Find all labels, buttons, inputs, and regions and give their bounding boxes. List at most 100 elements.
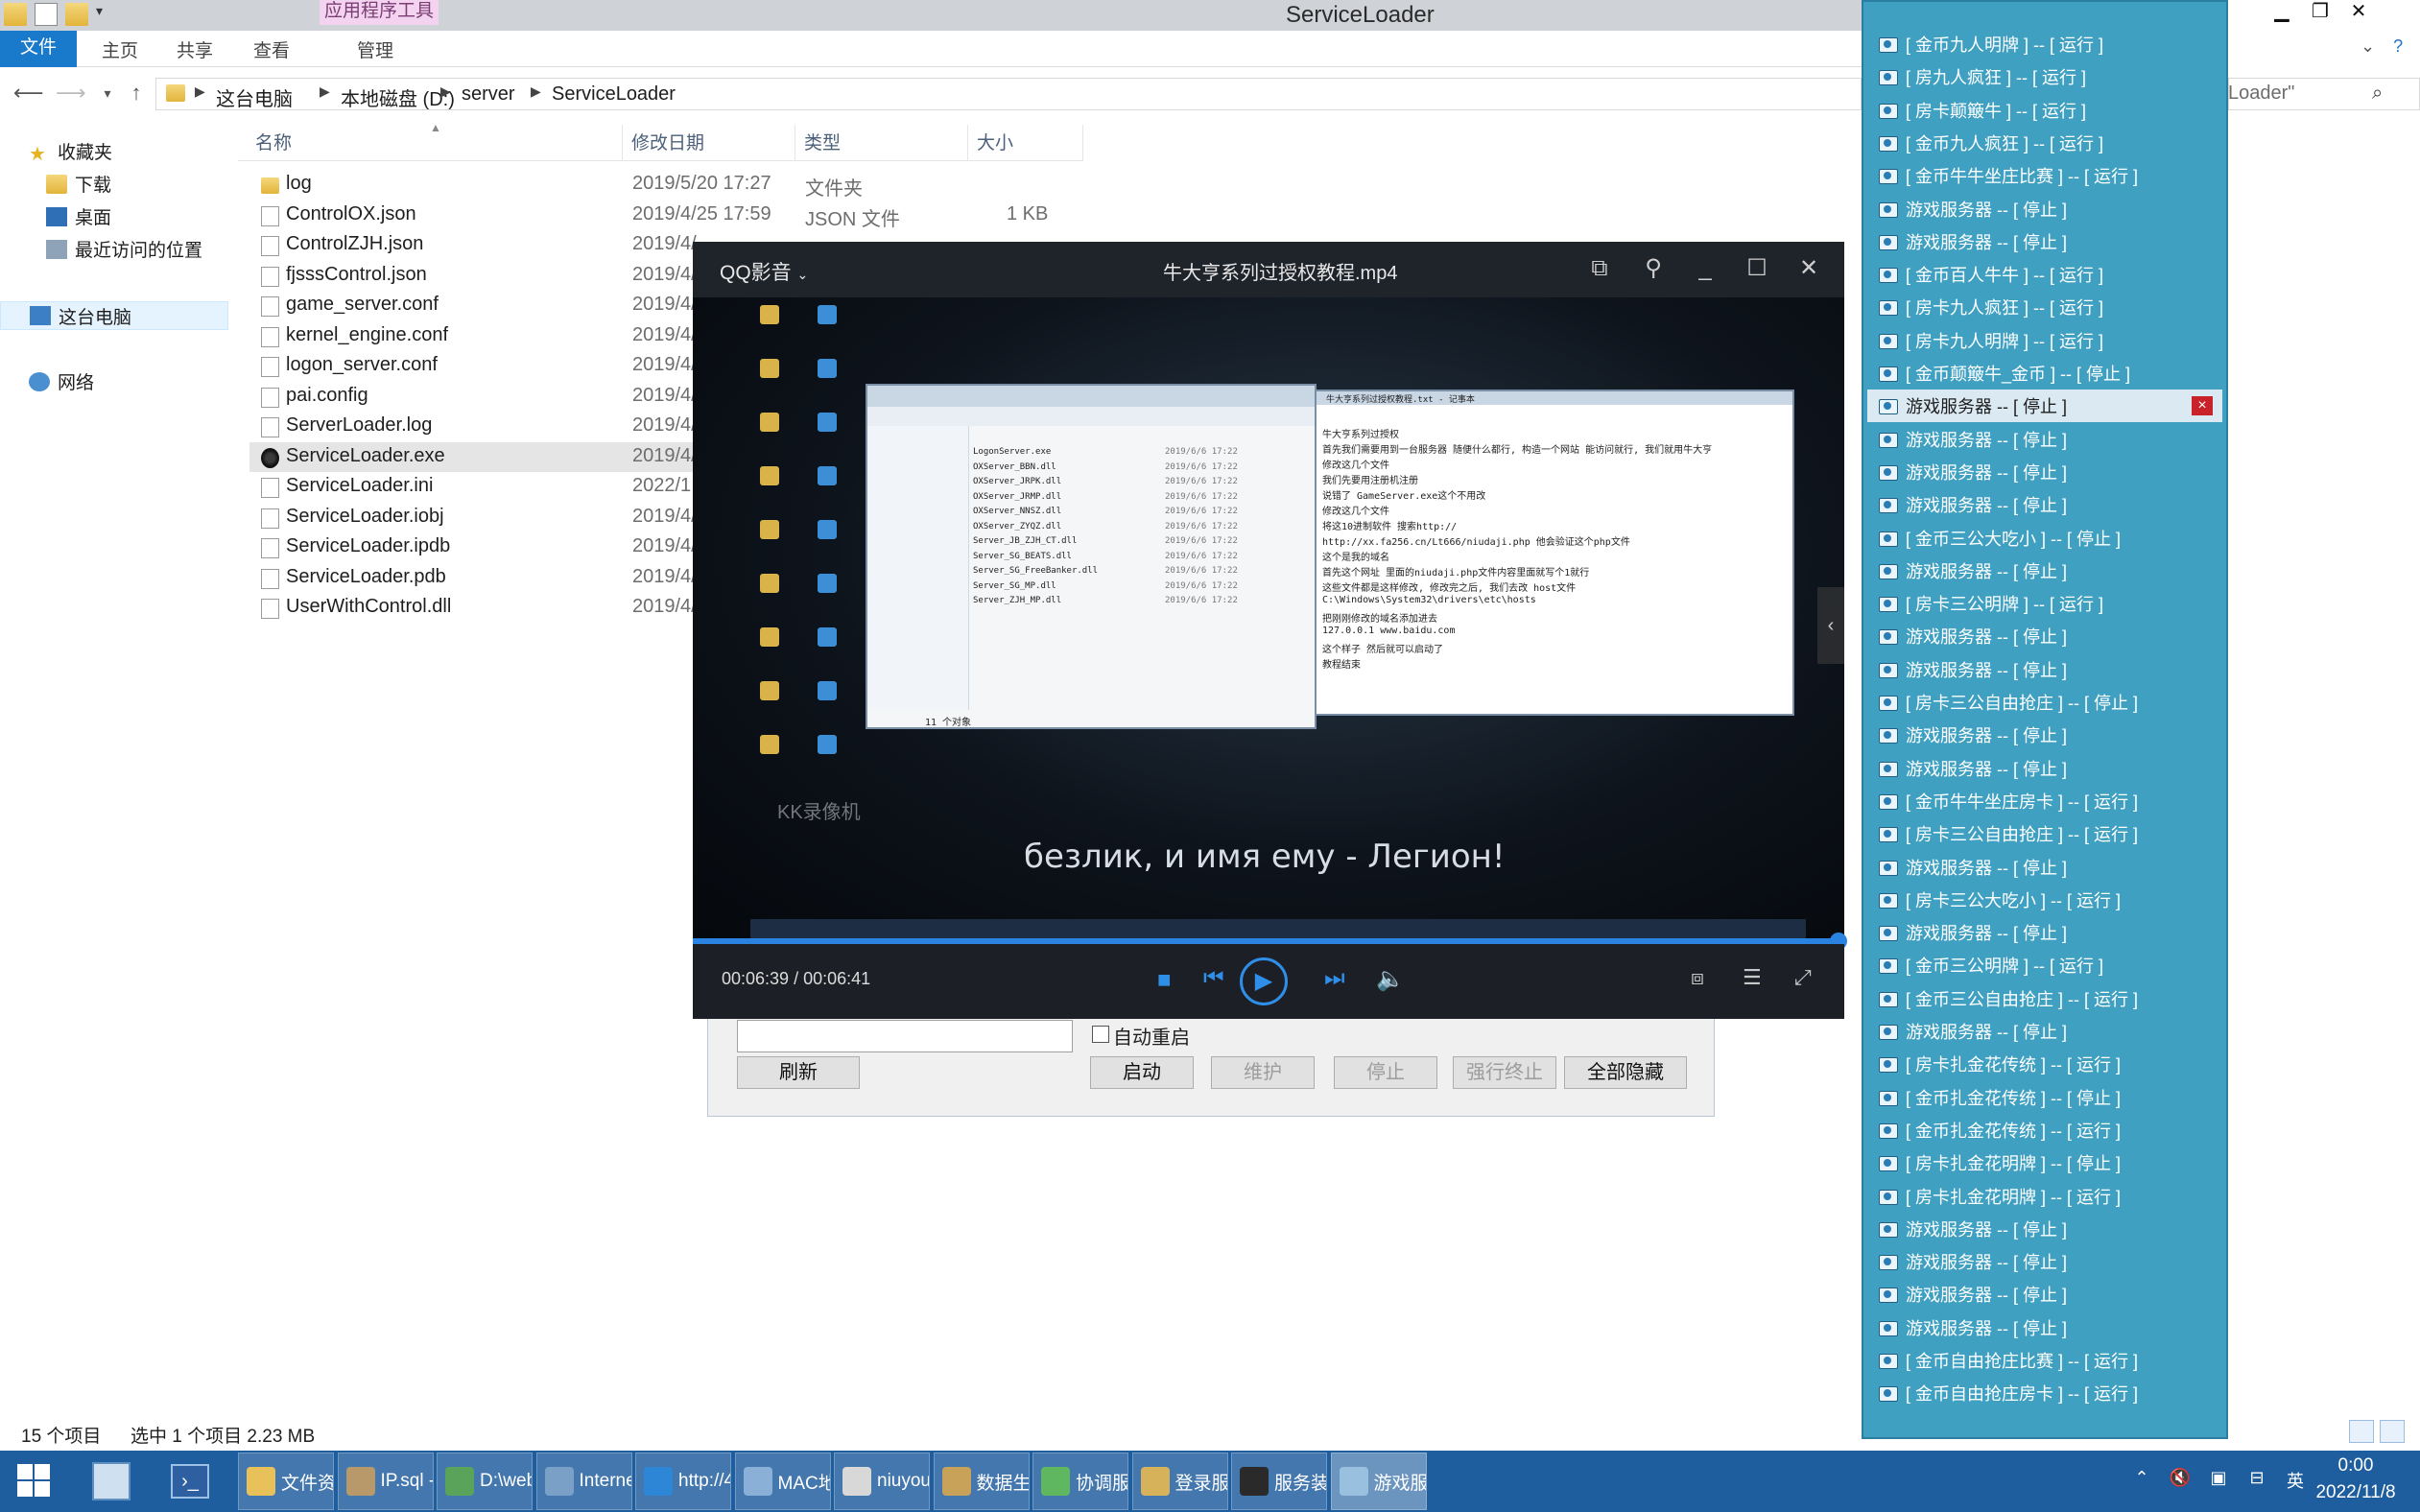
service-tray-item[interactable]: [ 金币三公大吃小 ] -- [ 停止 ] [1877, 522, 2222, 555]
help-icon[interactable]: ? [2393, 36, 2403, 56]
service-tray-item[interactable]: [ 房卡颠簸牛 ] -- [ 运行 ] [1877, 94, 2222, 127]
service-tray-item[interactable]: 游戏服务器 -- [ 停止 ] [1877, 851, 2222, 884]
service-tray-item[interactable]: 游戏服务器 -- [ 停止 ] [1877, 193, 2222, 225]
service-tray-item[interactable]: [ 金币百人牛牛 ] -- [ 运行 ] [1877, 258, 2222, 291]
taskbar-item[interactable]: MAC地... [734, 1453, 831, 1510]
taskbar-item[interactable]: 协调服务... [1032, 1453, 1128, 1510]
service-tray-item[interactable]: [ 金币牛牛坐庄房卡 ] -- [ 运行 ] [1877, 785, 2222, 817]
force-stop-button[interactable]: 强行终止 [1453, 1056, 1556, 1089]
service-tray-item[interactable]: 游戏服务器 -- [ 停止 ] [1877, 752, 2222, 785]
next-icon[interactable]: ⏭ [1324, 965, 1345, 992]
pin-icon[interactable]: ⚲ [1639, 255, 1668, 284]
crumb-thispc[interactable]: 这台电脑 [216, 83, 293, 111]
crumb-server[interactable]: server [462, 83, 515, 106]
tray-app-icon[interactable]: ▣ [2207, 1468, 2230, 1491]
screenshot-icon[interactable]: ⧈ [1691, 965, 1704, 990]
service-tray-item[interactable]: 游戏服务器 -- [ 停止 ] [1877, 1278, 2222, 1311]
minimize-button[interactable]: ▁ [2263, 0, 2301, 25]
address-input[interactable]: ▶ 这台电脑 ▶ 本地磁盘 (D:) ▶ server ▶ ServiceLoa… [155, 78, 1862, 110]
taskbar-item[interactable]: http://4... [635, 1453, 731, 1510]
search-icon[interactable]: ⌕ [2372, 83, 2383, 105]
properties-icon[interactable] [35, 3, 58, 26]
maintain-button[interactable]: 维护 [1211, 1056, 1315, 1089]
service-tray-item[interactable]: [ 房卡九人疯狂 ] -- [ 运行 ] [1877, 291, 2222, 323]
service-tray-item[interactable]: [ 房卡三公自由抢庄 ] -- [ 运行 ] [1877, 817, 2222, 850]
minimize-icon[interactable]: _ [1691, 255, 1720, 284]
service-tray-item[interactable]: 游戏服务器 -- [ 停止 ] [1877, 1245, 2222, 1278]
taskbar-item[interactable]: 数据生成... [933, 1453, 1030, 1510]
settings-icon[interactable]: ☰ [1743, 965, 1762, 990]
nav-desktop[interactable]: 桌面 [46, 203, 111, 229]
service-tray-item[interactable]: 游戏服务器 -- [ 停止 ] [1877, 225, 2222, 258]
restore-button[interactable]: ❐ [2301, 0, 2339, 25]
forward-icon[interactable]: ⟶ [56, 81, 86, 107]
start-button[interactable] [0, 1451, 69, 1512]
service-tray-item[interactable]: [ 金币九人疯狂 ] -- [ 运行 ] [1877, 127, 2222, 159]
powershell-icon[interactable]: ›_ [161, 1456, 221, 1506]
service-tray-item[interactable]: [ 金币九人明牌 ] -- [ 运行 ] [1877, 28, 2222, 60]
stop-button[interactable]: 停止 [1334, 1056, 1437, 1089]
stop-icon[interactable]: ■ [1157, 967, 1172, 994]
tab-file[interactable]: 文件 [0, 31, 77, 67]
taskbar-item[interactable]: 文件资... [238, 1453, 334, 1510]
hide-all-button[interactable]: 全部隐藏 [1564, 1056, 1687, 1089]
close-icon[interactable]: ✕ [1794, 255, 1823, 284]
taskbar-item[interactable]: 登录服务... [1131, 1453, 1228, 1510]
nav-thispc[interactable]: 这台电脑 [0, 301, 228, 330]
service-tray-item[interactable]: [ 房九人疯狂 ] -- [ 运行 ] [1877, 60, 2222, 93]
service-tray-item[interactable]: 游戏服务器 -- [ 停止 ] [1877, 653, 2222, 686]
nav-recent[interactable]: 最近访问的位置 [46, 236, 202, 262]
nav-favorites[interactable]: ★ 收藏夹 [29, 138, 112, 165]
expand-ribbon-icon[interactable]: ⌄ [2361, 36, 2375, 56]
nav-downloads[interactable]: 下载 [46, 171, 111, 197]
tab-home[interactable]: 主页 [102, 36, 138, 62]
service-tray-item[interactable]: 游戏服务器 -- [ 停止 ] [1877, 423, 2222, 456]
volume-muted-icon[interactable]: 🔇 [2169, 1468, 2192, 1491]
close-icon[interactable]: × [2192, 396, 2213, 416]
network-icon[interactable]: ⊟ [2245, 1468, 2268, 1491]
service-tray-item[interactable]: [ 房卡三公明牌 ] -- [ 运行 ] [1877, 587, 2222, 620]
refresh-button[interactable]: 刷新 [737, 1056, 860, 1089]
service-tray-item[interactable]: 游戏服务器 -- [ 停止 ] [1877, 620, 2222, 652]
taskbar-item[interactable]: Internet ... [535, 1453, 632, 1510]
chevron-up-icon[interactable]: ⌃ [2130, 1468, 2153, 1491]
taskbar-item[interactable]: 服务装载... [1231, 1453, 1327, 1510]
service-tray-item[interactable]: [ 金币扎金花传统 ] -- [ 运行 ] [1877, 1114, 2222, 1146]
side-panel-toggle-icon[interactable]: ‹ [1817, 587, 1844, 664]
service-tray-item[interactable]: [ 房卡扎金花明牌 ] -- [ 停止 ] [1877, 1146, 2222, 1179]
nav-network[interactable]: 网络 [29, 368, 94, 394]
auto-restart-checkbox[interactable] [1092, 1026, 1109, 1043]
column-type[interactable]: 类型 [804, 129, 841, 154]
maximize-icon[interactable]: ☐ [1743, 255, 1771, 284]
service-tray-item[interactable]: 游戏服务器 -- [ 停止 ] × [1867, 390, 2222, 423]
new-folder-icon[interactable] [65, 3, 88, 26]
column-name[interactable]: 名称 [255, 129, 292, 154]
service-tray-item[interactable]: 游戏服务器 -- [ 停止 ] [1877, 916, 2222, 949]
qat-dropdown-icon[interactable]: ▾ [96, 3, 119, 26]
service-param-input[interactable] [737, 1020, 1073, 1052]
column-size[interactable]: 大小 [977, 129, 1013, 154]
service-tray-item[interactable]: [ 金币自由抢庄房卡 ] -- [ 运行 ] [1877, 1377, 2222, 1409]
service-tray-item[interactable]: [ 房卡九人明牌 ] -- [ 运行 ] [1877, 324, 2222, 357]
server-manager-icon[interactable] [83, 1456, 142, 1506]
player-menu[interactable]: QQ影音 ⌄ [720, 257, 808, 286]
large-icons-view-icon[interactable] [2380, 1420, 2405, 1443]
video-frame[interactable]: LogonServer.exe 2019/6/6 17:22 OXServer_BB… [693, 297, 1844, 938]
file-row[interactable]: ControlOX.json 2019/4/25 17:59 JSON 文件 1 KB [249, 201, 1094, 230]
taskbar-item[interactable]: IP.sql - ... [337, 1453, 434, 1510]
back-icon[interactable]: ⟵ [13, 81, 44, 107]
previous-icon[interactable]: ⏮ [1203, 965, 1224, 992]
service-tray-item[interactable]: [ 金币自由抢庄比赛 ] -- [ 运行 ] [1877, 1344, 2222, 1377]
play-icon[interactable]: ▶ [1240, 957, 1288, 1005]
tab-manage[interactable]: 管理 [357, 36, 393, 62]
clock[interactable]: 0:00 2022/11/8 [2303, 1453, 2408, 1506]
taskbar-item[interactable]: niuyouhui [834, 1453, 930, 1510]
service-tray-item[interactable]: [ 金币扎金花传统 ] -- [ 停止 ] [1877, 1081, 2222, 1114]
service-tray-item[interactable]: 游戏服务器 -- [ 停止 ] [1877, 555, 2222, 587]
start-button[interactable]: 启动 [1090, 1056, 1194, 1089]
column-date[interactable]: 修改日期 [631, 129, 704, 154]
column-separator[interactable] [622, 125, 623, 161]
taskbar-item[interactable]: D:\web\... [437, 1453, 533, 1510]
mini-mode-icon[interactable]: ⧉ [1585, 255, 1614, 284]
file-row[interactable]: log 2019/5/20 17:27 文件夹 [249, 170, 1094, 200]
